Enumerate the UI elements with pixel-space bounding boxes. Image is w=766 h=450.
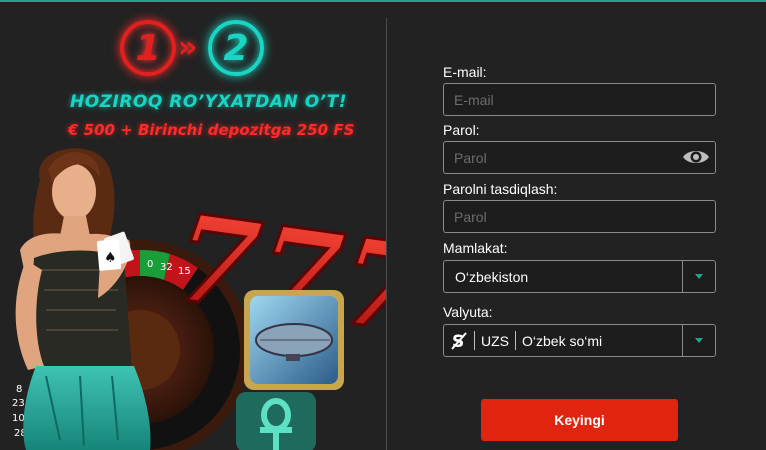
zeppelin-tile-icon bbox=[244, 290, 344, 390]
promo-banner: 1 » 2 HOZIROQ RO’YXATDAN O’T! € 500 + Bi… bbox=[0, 0, 386, 450]
country-dropdown-toggle[interactable] bbox=[682, 261, 715, 292]
roulette-number: 10 bbox=[12, 413, 25, 424]
roulette-number: 0 bbox=[147, 259, 153, 270]
country-label: Mamlakat: bbox=[443, 240, 508, 256]
svg-text:♠: ♠ bbox=[104, 250, 117, 266]
next-button[interactable]: Keyingi bbox=[481, 399, 678, 441]
roulette-number: 23 bbox=[12, 398, 25, 409]
panel-divider bbox=[386, 18, 387, 450]
step-arrow-icon: » bbox=[178, 30, 198, 65]
chevron-down-icon bbox=[695, 274, 703, 279]
password-input[interactable] bbox=[443, 141, 716, 174]
roulette-number: 32 bbox=[160, 262, 173, 273]
password-field bbox=[443, 141, 716, 174]
currency-code: UZS bbox=[481, 332, 509, 349]
password-confirm-input[interactable] bbox=[443, 200, 716, 233]
promo-headline: HOZIROQ RO’YXATDAN O’T! bbox=[70, 92, 347, 112]
password-confirm-label: Parolni tasdiqlash: bbox=[443, 181, 558, 197]
email-label: E-mail: bbox=[443, 64, 487, 80]
password-label: Parol: bbox=[443, 122, 480, 138]
chevron-down-icon bbox=[695, 338, 703, 343]
step-1-indicator: 1 bbox=[120, 20, 176, 76]
currency-select[interactable]: S UZS O‘zbek so‘mi bbox=[443, 324, 716, 357]
eye-icon[interactable] bbox=[682, 148, 710, 166]
uzs-currency-icon: S bbox=[444, 325, 474, 356]
roulette-number: 8 bbox=[16, 384, 22, 395]
currency-dropdown-toggle[interactable] bbox=[682, 325, 715, 356]
currency-name: O‘zbek so‘mi bbox=[522, 332, 603, 349]
country-select[interactable]: O‘zbekiston bbox=[443, 260, 716, 293]
ankh-tile-icon bbox=[236, 392, 316, 450]
country-value: O‘zbekiston bbox=[455, 268, 529, 285]
promo-bonus-text: € 500 + Birinchi depozitga 250 FS bbox=[68, 121, 355, 139]
email-input[interactable] bbox=[443, 83, 716, 116]
step-2-indicator: 2 bbox=[208, 20, 264, 76]
casino-illustration: 0 32 15 8 23 10 28 777 ♠ bbox=[12, 148, 386, 450]
currency-label: Valyuta: bbox=[443, 304, 493, 320]
